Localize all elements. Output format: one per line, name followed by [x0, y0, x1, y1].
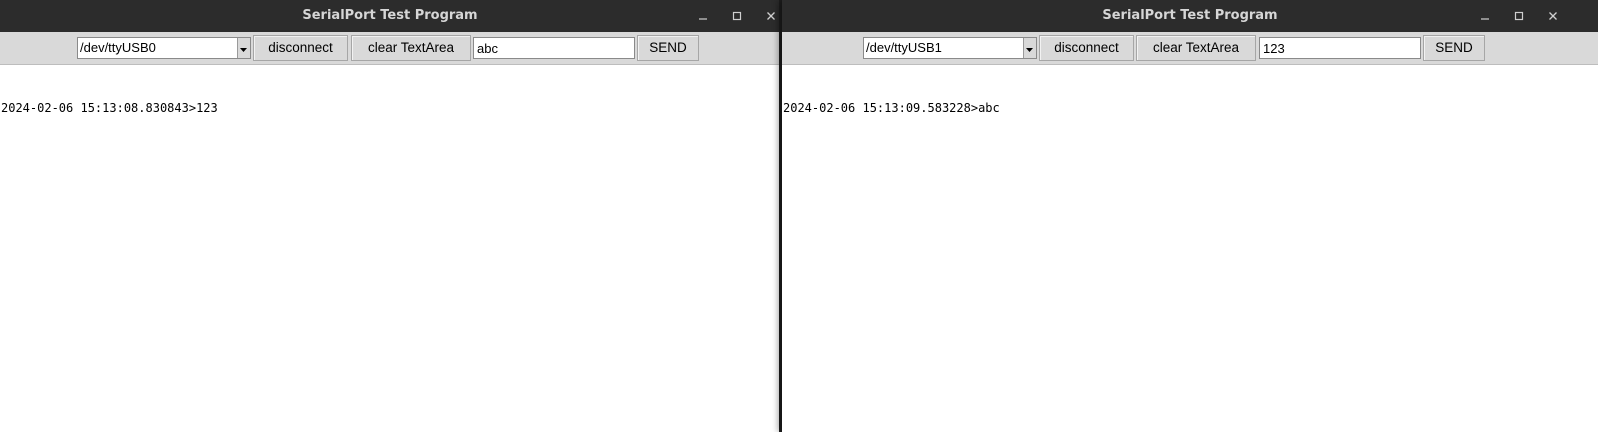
clear-textarea-button[interactable]: clear TextArea	[351, 35, 471, 61]
title-bar[interactable]: SerialPort Test Program	[0, 0, 780, 32]
maximize-button[interactable]	[720, 0, 754, 32]
port-select-value: /dev/ttyUSB0	[80, 40, 156, 55]
port-dropdown-button[interactable]	[237, 38, 250, 58]
title-bar[interactable]: SerialPort Test Program	[782, 0, 1598, 32]
maximize-icon	[1514, 11, 1524, 21]
maximize-button[interactable]	[1502, 0, 1536, 32]
minimize-icon	[1481, 18, 1489, 20]
received-text-area[interactable]: 2024-02-06 15:13:09.583228>abc	[782, 65, 1598, 432]
send-input[interactable]	[473, 37, 635, 59]
port-dropdown-button[interactable]	[1023, 38, 1036, 58]
serialport-window-right: SerialPort Test Program /dev/ttyUSB1 dis…	[782, 0, 1598, 432]
port-select[interactable]: /dev/ttyUSB0	[77, 37, 251, 59]
maximize-icon	[732, 11, 742, 21]
minimize-button[interactable]	[686, 0, 720, 32]
received-text-area[interactable]: 2024-02-06 15:13:08.830843>123	[0, 65, 780, 432]
clear-textarea-button[interactable]: clear TextArea	[1136, 35, 1256, 61]
chevron-down-icon	[1026, 48, 1033, 52]
toolbar: /dev/ttyUSB1 disconnect clear TextArea S…	[782, 32, 1598, 65]
serialport-window-left: SerialPort Test Program /dev/ttyUSB0 dis…	[0, 0, 780, 432]
close-button[interactable]	[1536, 0, 1570, 32]
port-select-value: /dev/ttyUSB1	[866, 40, 942, 55]
window-title: SerialPort Test Program	[302, 8, 478, 23]
send-button[interactable]: SEND	[1423, 35, 1485, 61]
desktop: SerialPort Test Program /dev/ttyUSB0 dis…	[0, 0, 1598, 432]
send-input[interactable]	[1259, 37, 1421, 59]
toolbar: /dev/ttyUSB0 disconnect clear TextArea S…	[0, 32, 780, 65]
disconnect-button[interactable]: disconnect	[253, 35, 348, 61]
close-icon	[1549, 12, 1557, 20]
close-button[interactable]	[754, 0, 780, 32]
chevron-down-icon	[240, 48, 247, 52]
window-controls	[686, 0, 780, 32]
log-line: 2024-02-06 15:13:09.583228>abc	[783, 101, 1000, 115]
disconnect-button[interactable]: disconnect	[1039, 35, 1134, 61]
window-controls	[1468, 0, 1570, 32]
log-line: 2024-02-06 15:13:08.830843>123	[1, 101, 218, 115]
minimize-icon	[699, 18, 707, 20]
close-icon	[767, 12, 775, 20]
send-button[interactable]: SEND	[637, 35, 699, 61]
port-select[interactable]: /dev/ttyUSB1	[863, 37, 1037, 59]
minimize-button[interactable]	[1468, 0, 1502, 32]
